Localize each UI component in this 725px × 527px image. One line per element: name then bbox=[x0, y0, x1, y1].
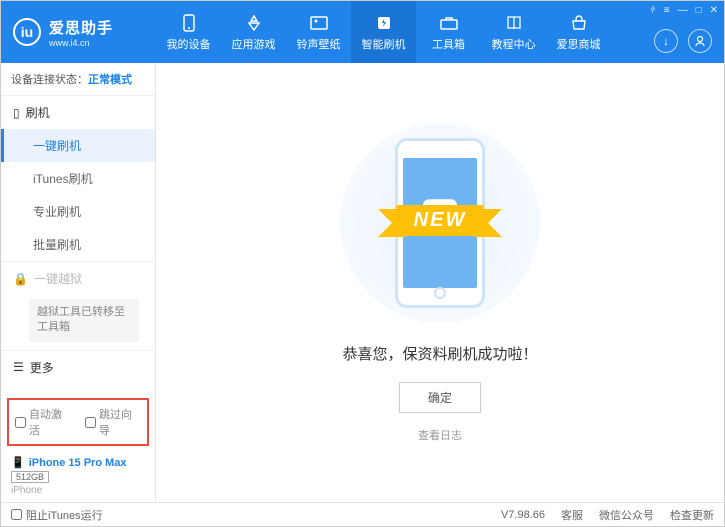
logo-icon: iu bbox=[13, 18, 41, 46]
nav-ringtones[interactable]: 铃声壁纸 bbox=[286, 1, 351, 63]
store-icon bbox=[569, 13, 589, 33]
menu-group-jailbreak: 🔒一键越狱 bbox=[1, 262, 155, 295]
image-icon bbox=[309, 13, 329, 33]
footer: 阻止iTunes运行 V7.98.66 客服 微信公众号 检查更新 bbox=[1, 502, 724, 526]
support-link[interactable]: 客服 bbox=[561, 507, 583, 523]
device-name[interactable]: 📱iPhone 15 Pro Max bbox=[11, 456, 145, 469]
download-button[interactable]: ↓ bbox=[654, 29, 678, 53]
nav-flash[interactable]: 智能刷机 bbox=[351, 1, 416, 63]
top-nav: 我的设备 应用游戏 铃声壁纸 智能刷机 工具箱 教程中心 爱思商城 bbox=[156, 1, 611, 63]
book-icon bbox=[504, 13, 524, 33]
menu-itunes-flash[interactable]: iTunes刷机 bbox=[1, 162, 155, 195]
menu-onekey-flash[interactable]: 一键刷机 bbox=[1, 129, 155, 162]
connection-status: 设备连接状态：正常模式 bbox=[1, 63, 155, 96]
update-link[interactable]: 检查更新 bbox=[670, 507, 714, 523]
menu-icon[interactable]: ≡ bbox=[664, 5, 670, 16]
success-illustration: A NEW bbox=[360, 123, 520, 323]
nav-my-device[interactable]: 我的设备 bbox=[156, 1, 221, 63]
view-log-link[interactable]: 查看日志 bbox=[418, 427, 462, 443]
minimize-icon[interactable]: — bbox=[678, 5, 688, 16]
nav-tutorials[interactable]: 教程中心 bbox=[481, 1, 546, 63]
window-controls: ⫩ ≡ — □ ✕ bbox=[650, 5, 718, 16]
header-right: ↓ bbox=[654, 29, 712, 53]
close-icon[interactable]: ✕ bbox=[710, 5, 718, 16]
flash-icon bbox=[374, 13, 394, 33]
skip-guide-checkbox[interactable]: 跳过向导 bbox=[85, 406, 141, 438]
user-button[interactable] bbox=[688, 29, 712, 53]
toolbox-icon bbox=[439, 13, 459, 33]
app-icon bbox=[244, 13, 264, 33]
app-title: 爱思助手 bbox=[49, 17, 113, 38]
phone-small-icon: 📱 bbox=[11, 456, 25, 469]
lock-icon: 🔒 bbox=[13, 272, 28, 286]
app-subtitle: www.i4.cn bbox=[49, 38, 113, 48]
options-area: 自动激活 跳过向导 bbox=[7, 398, 149, 446]
menu-other-tools[interactable]: 其他工具 bbox=[1, 384, 155, 394]
device-info: 📱iPhone 15 Pro Max 512GB iPhone bbox=[1, 450, 155, 502]
app-header: iu 爱思助手 www.i4.cn 我的设备 应用游戏 铃声壁纸 智能刷机 工具… bbox=[1, 1, 724, 63]
menu-batch-flash[interactable]: 批量刷机 bbox=[1, 228, 155, 261]
block-itunes-checkbox[interactable]: 阻止iTunes运行 bbox=[11, 507, 103, 523]
menu-group-more[interactable]: ☰更多 bbox=[1, 351, 155, 384]
cart-icon[interactable]: ⫩ bbox=[650, 5, 656, 16]
wechat-link[interactable]: 微信公众号 bbox=[599, 507, 654, 523]
logo-area: iu 爱思助手 www.i4.cn bbox=[1, 17, 156, 48]
jailbreak-note: 越狱工具已转移至工具箱 bbox=[29, 299, 139, 342]
list-icon: ☰ bbox=[13, 360, 24, 374]
nav-apps[interactable]: 应用游戏 bbox=[221, 1, 286, 63]
phone-icon bbox=[179, 13, 199, 33]
main-content: A NEW 恭喜您，保资料刷机成功啦！ 确定 查看日志 bbox=[156, 63, 724, 502]
auto-activate-checkbox[interactable]: 自动激活 bbox=[15, 406, 71, 438]
nav-store[interactable]: 爱思商城 bbox=[546, 1, 611, 63]
device-type: iPhone bbox=[11, 485, 145, 496]
version-label: V7.98.66 bbox=[501, 509, 545, 521]
flash-small-icon: ▯ bbox=[13, 106, 20, 120]
menu-group-flash[interactable]: ▯刷机 bbox=[1, 96, 155, 129]
success-message: 恭喜您，保资料刷机成功啦！ bbox=[342, 343, 537, 364]
sidebar: 设备连接状态：正常模式 ▯刷机 一键刷机 iTunes刷机 专业刷机 批量刷机 … bbox=[1, 63, 156, 502]
maximize-icon[interactable]: □ bbox=[696, 5, 702, 16]
nav-toolbox[interactable]: 工具箱 bbox=[416, 1, 481, 63]
device-capacity: 512GB bbox=[11, 471, 49, 483]
ok-button[interactable]: 确定 bbox=[399, 382, 481, 413]
new-ribbon: NEW bbox=[396, 205, 485, 236]
menu-pro-flash[interactable]: 专业刷机 bbox=[1, 195, 155, 228]
